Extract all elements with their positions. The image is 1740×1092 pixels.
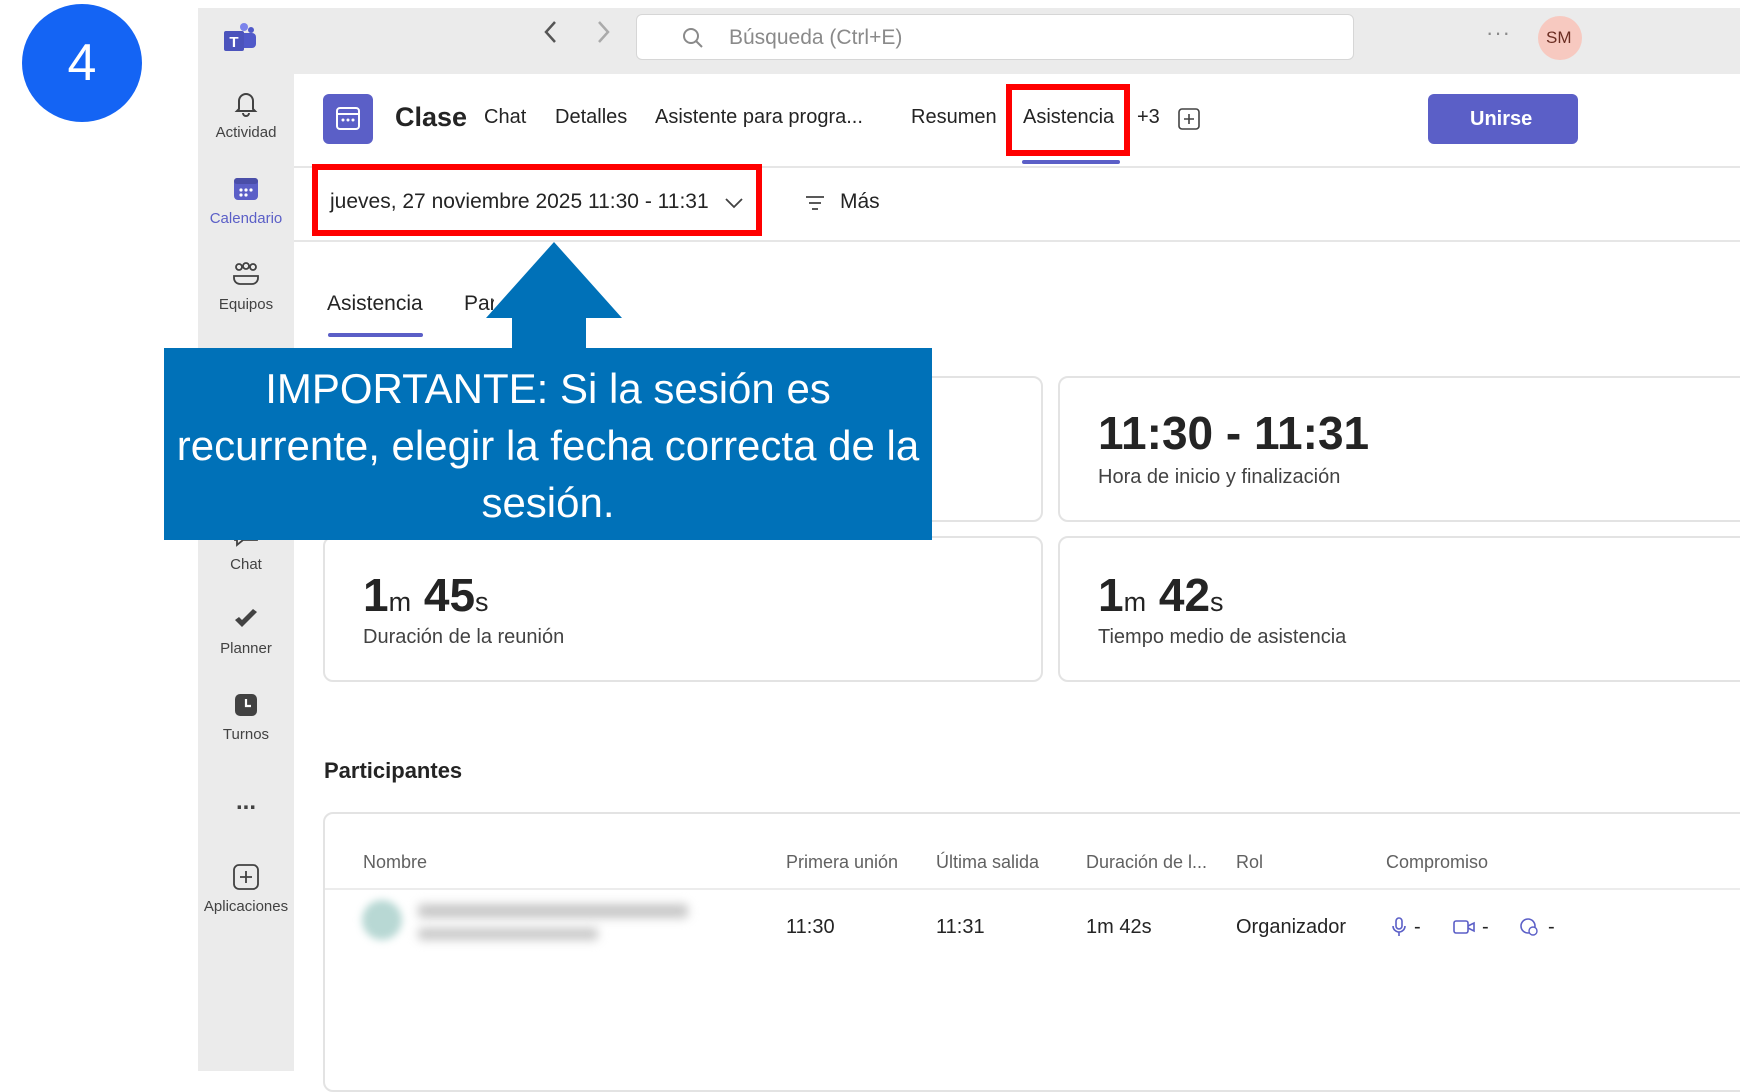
column-header-engagement[interactable]: Compromiso — [1386, 852, 1488, 873]
tab-resumen[interactable]: Resumen — [911, 106, 997, 129]
teams-logo-icon: T — [224, 23, 256, 51]
average-value: 1m 42s — [1098, 569, 1224, 621]
subtab-asistencia[interactable]: Asistencia — [327, 292, 423, 316]
important-callout: IMPORTANTE: Si la sesión es recurrente, … — [164, 348, 932, 540]
divider — [325, 888, 1740, 890]
callout-up-arrow — [486, 242, 622, 352]
rail-more-button[interactable]: ... — [198, 788, 294, 816]
camera-icon — [1453, 920, 1475, 934]
redacted-name — [418, 904, 688, 918]
microphone-icon — [1392, 917, 1406, 936]
teams-icon — [233, 262, 259, 285]
participants-title: Participantes — [324, 758, 463, 783]
duration-label: Duración de la reunión — [363, 626, 565, 648]
rail-label: Chat — [230, 556, 262, 573]
avatar[interactable]: SM — [1538, 16, 1582, 60]
back-button[interactable] — [542, 18, 560, 54]
step-number-badge: 4 — [22, 4, 142, 122]
chevron-right-icon — [598, 21, 610, 43]
rail-label: Turnos — [222, 726, 270, 743]
redacted-email — [418, 928, 598, 940]
highlight-box-date — [312, 164, 762, 236]
rail-item-planner[interactable]: Planner — [198, 604, 294, 657]
more-filter-button[interactable]: Más — [840, 190, 880, 214]
rail-item-actividad[interactable]: Actividad — [198, 88, 294, 141]
svg-text:T: T — [229, 34, 238, 51]
join-button[interactable]: Unirse — [1428, 94, 1578, 144]
column-header-last-leave[interactable]: Última salida — [936, 852, 1039, 873]
tab-detalles[interactable]: Detalles — [555, 106, 627, 129]
forward-button[interactable] — [594, 18, 612, 54]
reaction-icon — [1520, 918, 1538, 936]
more-options-icon[interactable]: ··· — [1486, 20, 1511, 46]
rail-label: Planner — [220, 640, 272, 657]
time-range-value: 11:30 - 11:31 — [1098, 407, 1370, 459]
duration-value: 1m 45s — [363, 569, 489, 621]
planner-icon — [235, 609, 257, 627]
camera-value: - — [1482, 916, 1489, 938]
bell-icon — [234, 93, 258, 117]
stat-card-duration: 1m 45s Duración de la reunión — [323, 536, 1043, 682]
chevron-left-icon — [544, 21, 556, 43]
highlight-box-asistencia-tab — [1006, 84, 1130, 156]
shifts-icon — [235, 694, 257, 716]
last-leave-cell: 11:31 — [936, 916, 985, 938]
add-tab-icon[interactable] — [1178, 108, 1200, 130]
rail-label: Equipos — [218, 296, 274, 313]
column-header-role[interactable]: Rol — [1236, 852, 1263, 873]
rail-item-turnos[interactable]: Turnos — [198, 690, 294, 743]
average-label: Tiempo medio de asistencia — [1098, 626, 1347, 648]
meeting-calendar-icon — [323, 94, 373, 144]
filter-icon[interactable] — [804, 192, 826, 214]
column-header-duration[interactable]: Duración de l... — [1086, 852, 1207, 873]
rail-label: Aplicaciones — [203, 898, 289, 915]
stat-card-time-range: 11:30 - 11:31 Hora de inicio y finalizac… — [1058, 376, 1740, 522]
tab-asistente[interactable]: Asistente para progra... — [655, 106, 863, 129]
search-placeholder: Búsqueda (Ctrl+E) — [729, 26, 903, 49]
avatar — [362, 900, 402, 940]
callout-bold: IMPORTANTE — [265, 365, 537, 412]
add-app-icon — [233, 864, 259, 890]
time-range-label: Hora de inicio y finalización — [1098, 466, 1341, 488]
role-cell: Organizador — [1236, 916, 1347, 938]
rail-label: Actividad — [215, 124, 277, 141]
duration-cell: 1m 42s — [1086, 916, 1152, 938]
step-number: 4 — [67, 34, 97, 92]
calendar-icon — [234, 178, 258, 200]
column-header-name[interactable]: Nombre — [363, 852, 427, 873]
first-join-cell: 11:30 — [786, 916, 835, 938]
rail-item-aplicaciones[interactable]: Aplicaciones — [198, 862, 294, 915]
reactions-value: - — [1548, 916, 1555, 938]
column-header-first-join[interactable]: Primera unión — [786, 852, 898, 873]
active-tab-indicator — [1022, 160, 1120, 164]
mic-value: - — [1414, 916, 1421, 938]
meeting-title: Clase — [395, 102, 468, 132]
active-subtab-indicator — [328, 333, 423, 337]
rail-label: Calendario — [209, 210, 283, 227]
tab-chat[interactable]: Chat — [484, 106, 526, 129]
stat-card-average: 1m 42s Tiempo medio de asistencia — [1058, 536, 1740, 682]
rail-item-equipos[interactable]: Equipos — [198, 260, 294, 313]
rail-item-calendario[interactable]: Calendario — [198, 174, 294, 227]
tab-more-count[interactable]: +3 — [1137, 106, 1160, 129]
search-icon — [683, 28, 703, 48]
search-input[interactable]: Búsqueda (Ctrl+E) — [636, 14, 1354, 60]
